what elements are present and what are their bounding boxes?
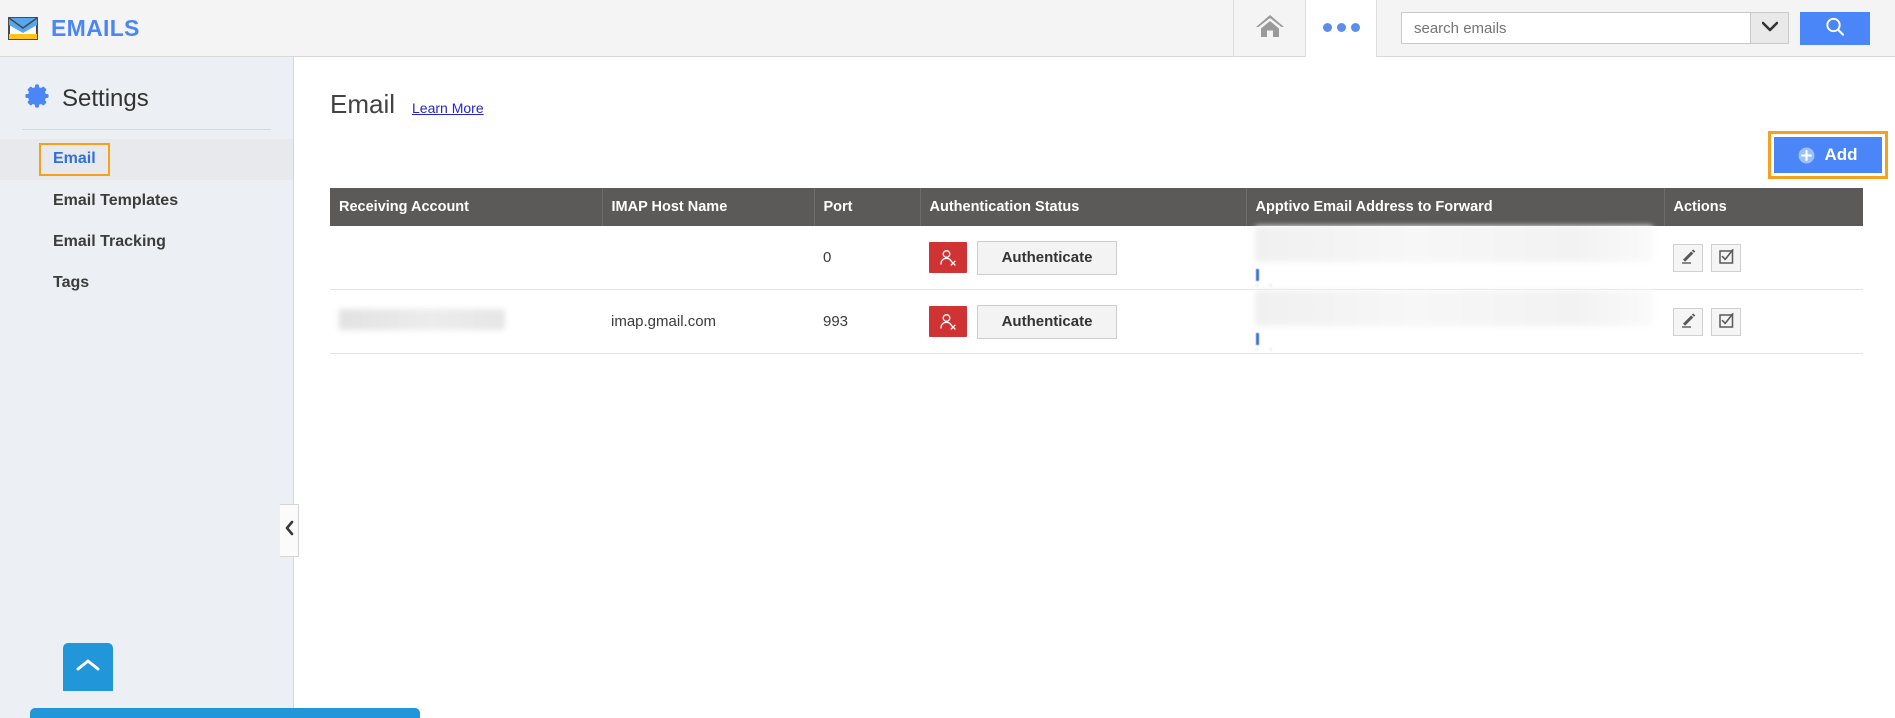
select-row-button[interactable]	[1711, 243, 1741, 272]
sidebar-item-label: Tags	[53, 273, 90, 291]
column-header-receiving-account[interactable]: Receiving Account	[330, 188, 603, 226]
bottom-accent-bar	[30, 708, 420, 718]
table-row[interactable]: imap.gmail.com 993 Authenticate . .	[330, 289, 1863, 354]
table-header-row: Receiving Account IMAP Host Name Port Au…	[330, 188, 1863, 226]
table-header: Receiving Account IMAP Host Name Port Au…	[330, 188, 1863, 226]
cell-imap-host-name: imap.gmail.com	[602, 289, 814, 354]
add-button[interactable]: Add	[1774, 137, 1882, 173]
sidebar-title: Settings	[62, 84, 149, 112]
page-header: Email Learn More	[295, 57, 1895, 120]
chevron-up-icon	[75, 657, 101, 678]
sidebar-item-email-tracking[interactable]: Email Tracking	[0, 221, 293, 262]
table-row[interactable]: 0 Authenticate . .	[330, 226, 1863, 290]
user-denied-icon[interactable]	[929, 306, 967, 337]
cell-imap-host-name	[602, 226, 814, 290]
scroll-to-top-button[interactable]	[63, 643, 113, 691]
authenticate-button[interactable]: Authenticate	[977, 304, 1117, 339]
chevron-left-icon	[284, 520, 295, 541]
plus-circle-icon	[1798, 147, 1815, 164]
redacted-receiving-account	[339, 309, 505, 330]
user-denied-icon[interactable]	[929, 242, 967, 273]
more-dots-icon	[1320, 19, 1362, 37]
cell-apptivo-email-address-to-forward: . .	[1246, 226, 1664, 290]
sidebar-item-email[interactable]: Email	[0, 139, 293, 180]
search-submit-button[interactable]	[1800, 11, 1870, 45]
cell-port: 993	[814, 289, 920, 354]
sidebar: Settings Email Email Templates Email Tra…	[0, 57, 420, 718]
sidebar-item-label: Email Tracking	[53, 232, 166, 250]
envelope-icon	[8, 16, 38, 40]
checkbox-icon	[1718, 312, 1735, 332]
checkbox-icon	[1718, 248, 1735, 268]
home-icon	[1255, 13, 1285, 44]
sidebar-collapse-button[interactable]	[280, 504, 299, 557]
gear-icon	[24, 83, 50, 114]
cell-actions	[1664, 289, 1863, 354]
cell-port: 0	[814, 226, 920, 290]
table-toolbar: Add	[295, 120, 1895, 179]
add-button-label: Add	[1824, 145, 1858, 164]
sidebar-header: Settings	[0, 57, 293, 114]
sidebar-item-tags[interactable]: Tags	[0, 262, 293, 303]
cell-authentication-status: Authenticate	[920, 226, 1246, 290]
cell-actions	[1664, 226, 1863, 290]
sidebar-item-email-templates[interactable]: Email Templates	[0, 180, 293, 221]
redacted-email-address	[1255, 290, 1653, 326]
search-icon	[1824, 16, 1846, 41]
search-area	[1401, 11, 1895, 45]
redacted-email-address	[1255, 226, 1653, 262]
edit-row-button[interactable]	[1673, 307, 1703, 336]
column-header-imap-host-name[interactable]: IMAP Host Name	[602, 188, 815, 226]
search-box[interactable]	[1401, 12, 1789, 44]
chevron-down-icon	[1761, 19, 1778, 37]
table-body: 0 Authenticate . . imap.gmail.com 993 Au…	[330, 226, 1863, 354]
cell-authentication-status: Authenticate	[920, 289, 1246, 354]
sidebar-item-label: Email Templates	[53, 191, 179, 209]
sidebar-item-label: Email	[39, 143, 110, 176]
page-title: Email	[330, 89, 396, 119]
learn-more-link[interactable]: Learn More	[412, 100, 484, 116]
cell-receiving-account	[330, 289, 602, 354]
cell-apptivo-email-address-to-forward: . .	[1246, 289, 1664, 354]
home-button[interactable]	[1233, 0, 1305, 57]
sidebar-nav: Email Email Templates Email Tracking Tag…	[0, 139, 293, 303]
column-header-port[interactable]: Port	[814, 188, 921, 226]
main-content: Email Learn More Add Receiving Account I…	[295, 57, 1895, 718]
more-menu-button[interactable]	[1305, 0, 1377, 57]
top-bar-right	[1233, 0, 1895, 57]
top-bar: EMAILS	[0, 0, 1895, 57]
edit-icon	[1680, 248, 1697, 268]
column-header-authentication-status[interactable]: Authentication Status	[920, 188, 1247, 226]
authenticate-button[interactable]: Authenticate	[977, 240, 1117, 275]
redacted-email-address-secondary: . .	[1255, 277, 1277, 289]
column-header-apptivo-email-address-to-forward[interactable]: Apptivo Email Address to Forward	[1246, 188, 1665, 226]
column-header-actions[interactable]: Actions	[1664, 188, 1863, 226]
app-title: EMAILS	[51, 14, 140, 41]
redacted-email-address-secondary: . .	[1255, 341, 1277, 353]
select-row-button[interactable]	[1711, 307, 1741, 336]
app-brand: EMAILS	[0, 15, 140, 42]
sidebar-divider	[22, 129, 271, 130]
search-input[interactable]	[1402, 13, 1750, 43]
email-accounts-table: Receiving Account IMAP Host Name Port Au…	[330, 188, 1863, 354]
edit-row-button[interactable]	[1673, 243, 1703, 272]
cell-receiving-account	[330, 226, 602, 290]
search-scope-dropdown[interactable]	[1750, 13, 1788, 43]
add-button-highlight: Add	[1768, 131, 1888, 179]
edit-icon	[1680, 312, 1697, 332]
